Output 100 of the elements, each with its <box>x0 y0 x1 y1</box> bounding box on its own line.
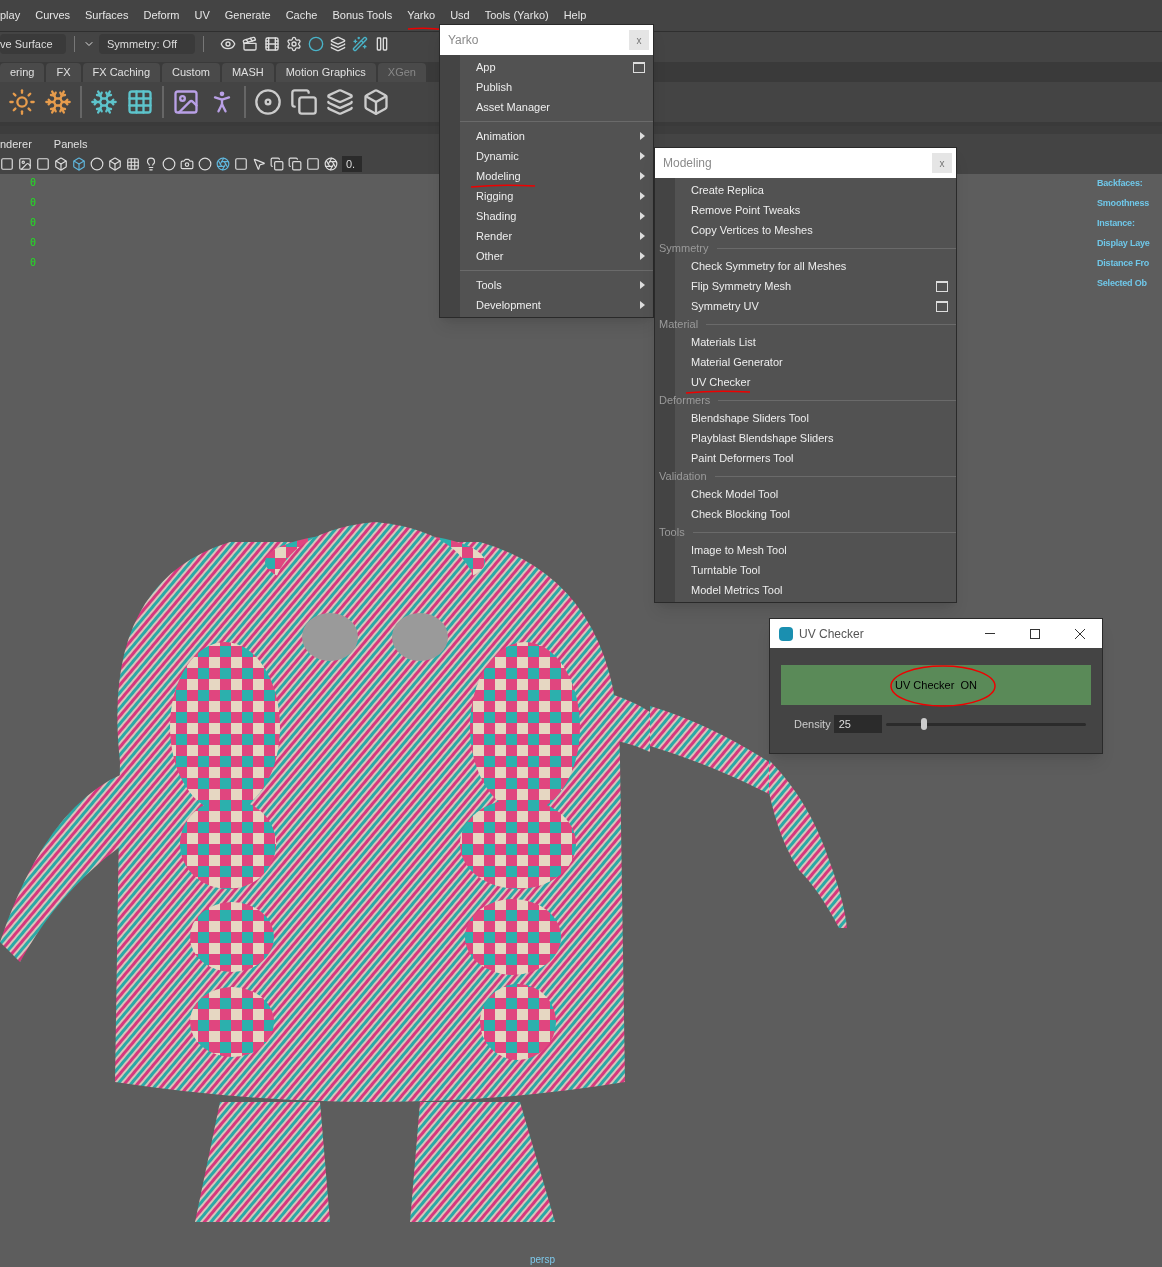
symmetry-dropdown[interactable]: Symmetry: Off <box>99 34 195 54</box>
slider-thumb[interactable] <box>920 718 927 730</box>
shelf-tool-icon[interactable] <box>8 88 36 116</box>
shelf-tab[interactable]: MASH <box>221 63 274 82</box>
menu-item[interactable]: Image to Mesh Tool <box>691 541 787 559</box>
menu-bar-item[interactable]: Yarko <box>407 7 436 24</box>
app-logo-icon <box>779 626 793 641</box>
menu-item[interactable]: Copy Vertices to Meshes <box>691 221 813 239</box>
menu-item[interactable]: Symmetry UV <box>691 297 759 315</box>
menu-bar-item[interactable]: Cache <box>285 7 318 24</box>
hud-label: Backfaces: <box>1097 177 1144 190</box>
shelf-tool-icon[interactable] <box>90 88 118 116</box>
menu-item[interactable]: Remove Point Tweaks <box>691 201 801 219</box>
viewport-tool-icon[interactable] <box>90 157 104 171</box>
menu-item[interactable]: UV Checker <box>691 373 751 391</box>
density-field[interactable]: 25 <box>833 715 882 733</box>
render-tool-icon[interactable] <box>352 36 368 52</box>
viewport-tool-icon[interactable] <box>108 157 122 171</box>
viewport-tool-icon[interactable] <box>180 157 194 171</box>
value-field[interactable]: 0. <box>342 156 362 172</box>
viewport-tool-icon[interactable] <box>270 157 284 171</box>
shelf-tool-icon[interactable] <box>254 88 282 116</box>
viewport-tool-icon[interactable] <box>216 157 230 171</box>
panel-menu-item[interactable]: nderer <box>0 135 32 153</box>
menu-bar-item[interactable]: Curves <box>35 7 71 24</box>
menu-item[interactable]: App <box>476 58 496 76</box>
viewport-tool-icon[interactable] <box>306 157 320 171</box>
menu-bar-item[interactable]: play <box>0 7 21 24</box>
menu-item[interactable]: Other <box>476 247 504 265</box>
option-box-icon[interactable] <box>936 300 948 312</box>
menu-bar-item[interactable]: Generate <box>224 7 271 24</box>
viewport-tool-icon[interactable] <box>234 157 248 171</box>
menu-item[interactable]: Material Generator <box>691 353 783 371</box>
uv-checker-toggle-button[interactable]: UV Checker ON <box>781 665 1091 705</box>
shelf-tool-icon[interactable] <box>126 88 154 116</box>
render-tool-icon[interactable] <box>330 36 346 52</box>
menu-item[interactable]: Development <box>476 296 541 314</box>
menu-item[interactable]: Check Model Tool <box>691 485 779 503</box>
menu-bar-item[interactable]: Usd <box>450 7 470 24</box>
hud-label: Selected Ob <box>1097 277 1148 290</box>
menu-bar-item[interactable]: Help <box>563 7 587 24</box>
menu-item[interactable]: Materials List <box>691 333 756 351</box>
viewport-tool-icon[interactable] <box>72 157 86 171</box>
viewport-tool-icon[interactable] <box>162 157 176 171</box>
menu-bar-item[interactable]: Deform <box>143 7 180 24</box>
menu-item[interactable]: Tools <box>476 276 502 294</box>
menu-item[interactable]: Shading <box>476 207 517 225</box>
density-slider[interactable] <box>885 718 1086 730</box>
menu-item[interactable]: Flip Symmetry Mesh <box>691 277 792 295</box>
shelf-tool-icon[interactable] <box>44 88 72 116</box>
menu-item[interactable]: Asset Manager <box>476 98 550 116</box>
viewport-tool-icon[interactable] <box>54 157 68 171</box>
shelf-tool-icon[interactable] <box>362 88 390 116</box>
menu-bar-item[interactable]: Bonus Tools <box>332 7 393 24</box>
menu-item[interactable]: Create Replica <box>691 181 764 199</box>
render-tool-icon[interactable] <box>308 36 324 52</box>
viewport-tool-icon[interactable] <box>198 157 212 171</box>
viewport-tool-icon[interactable] <box>324 157 338 171</box>
viewport-tool-icon[interactable] <box>252 157 266 171</box>
mode-field[interactable]: ve Surface <box>0 34 66 54</box>
menu-title: Yarko <box>448 32 479 49</box>
shelf-tool-icon[interactable] <box>290 88 318 116</box>
menu-item[interactable]: Render <box>476 227 513 245</box>
shelf-tab[interactable]: FX Caching <box>82 63 160 82</box>
viewport-tool-icon[interactable] <box>126 157 140 171</box>
render-tool-icon[interactable] <box>374 36 390 52</box>
pen-underline <box>685 390 751 394</box>
shelf-tab[interactable]: ering <box>0 63 45 82</box>
close-button[interactable]: x <box>932 153 952 173</box>
menu-bar-item[interactable]: UV <box>194 7 210 24</box>
close-button[interactable]: x <box>629 30 649 50</box>
menu-item[interactable]: Playblast Blendshape Sliders <box>691 429 834 447</box>
option-box-icon[interactable] <box>633 61 645 73</box>
viewport-tool-icon[interactable] <box>36 157 50 171</box>
viewport-tool-icon[interactable] <box>18 157 32 171</box>
menu-item[interactable]: Model Metrics Tool <box>691 581 783 599</box>
viewport-tool-icon[interactable] <box>0 157 14 171</box>
viewport-tool-icon[interactable] <box>144 157 158 171</box>
render-tool-icon[interactable] <box>220 36 236 52</box>
menu-item[interactable]: Blendshape Sliders Tool <box>691 409 809 427</box>
menu-item[interactable]: Dynamic <box>476 147 519 165</box>
shelf-tab[interactable]: FX <box>46 63 81 82</box>
menu-bar-item[interactable]: Tools (Yarko) <box>484 7 549 24</box>
panel-menu-item[interactable]: Panels <box>53 135 88 153</box>
shelf-tab[interactable]: Custom <box>162 63 220 82</box>
menu-item[interactable]: Rigging <box>476 187 514 205</box>
menu-item[interactable]: Paint Deformers Tool <box>691 449 794 467</box>
menu-item[interactable]: Animation <box>476 127 525 145</box>
menu-item[interactable]: Modeling <box>476 167 521 185</box>
menu-bar-item[interactable]: Surfaces <box>85 7 129 24</box>
shelf-tab[interactable]: Motion Graphics <box>275 63 376 82</box>
render-tool-icon[interactable] <box>242 36 258 52</box>
menu-item[interactable]: Check Blocking Tool <box>691 505 790 523</box>
menu-item[interactable]: Publish <box>476 78 513 96</box>
shelf-tool-icon[interactable] <box>326 88 354 116</box>
menu-item[interactable]: Check Symmetry for all Meshes <box>691 257 847 275</box>
menu-item[interactable]: Turntable Tool <box>691 561 761 579</box>
option-box-icon[interactable] <box>936 280 948 292</box>
viewport-tool-icon[interactable] <box>288 157 302 171</box>
shelf-tool-icon[interactable] <box>172 88 200 116</box>
